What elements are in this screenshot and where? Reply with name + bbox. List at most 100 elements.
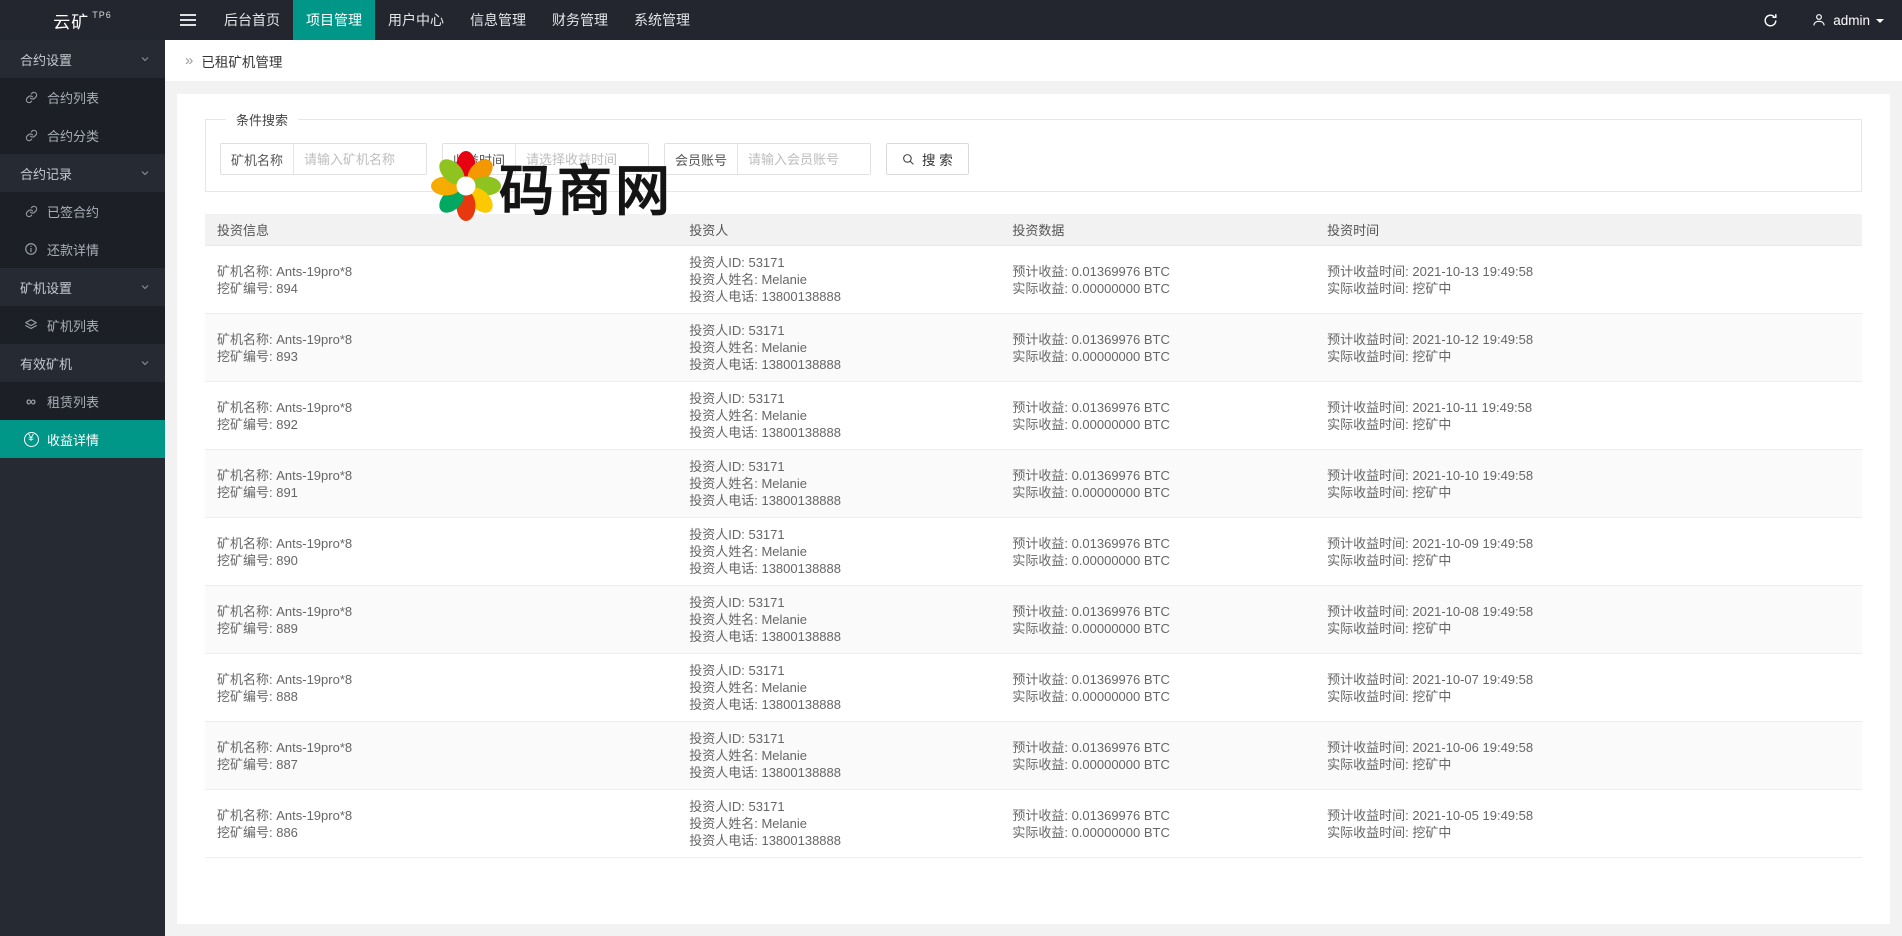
cell-investor: 投资人ID: 53171投资人姓名: Melanie投资人电话: 1380013… — [677, 790, 1000, 858]
cell-invest-info: 矿机名称: Ants-19pro*8挖矿编号: 889 — [205, 586, 677, 654]
sidebar-item-10[interactable]: ¥ 收益详情 — [0, 420, 165, 458]
nav-tab-0[interactable]: 后台首页 — [211, 0, 293, 40]
cell-invest-info: 矿机名称: Ants-19pro*8挖矿编号: 886 — [205, 790, 677, 858]
logo-text: 云矿 — [53, 8, 89, 33]
navbar-spacer — [703, 0, 1747, 40]
cell-investor: 投资人ID: 53171投资人姓名: Melanie投资人电话: 1380013… — [677, 382, 1000, 450]
cell-investor: 投资人ID: 53171投资人姓名: Melanie投资人电话: 1380013… — [677, 586, 1000, 654]
chevron-down-icon — [139, 281, 151, 293]
sidebar-group-6[interactable]: 矿机设置 — [0, 268, 165, 306]
cell-investor: 投资人ID: 53171投资人姓名: Melanie投资人电话: 1380013… — [677, 654, 1000, 722]
cell-invest-info: 矿机名称: Ants-19pro*8挖矿编号: 891 — [205, 450, 677, 518]
search-fieldset: 条件搜索 矿机名称收益时间 会员账号 搜 索 — [205, 110, 1862, 192]
table-row: 矿机名称: Ants-19pro*8挖矿编号: 892投资人ID: 53171投… — [205, 382, 1862, 450]
main-layout: 合约设置合约列表合约分类合约记录已签合约还款详情矿机设置矿机列表有效矿机 ∞ 租赁列… — [0, 40, 1902, 936]
user-menu[interactable]: admin — [1793, 0, 1902, 40]
search-icon — [902, 153, 915, 166]
sidebar-item-label: 合约列表 — [47, 88, 99, 107]
sidebar-item-label: 合约分类 — [47, 126, 99, 145]
search-input-1[interactable] — [516, 144, 648, 174]
table-header-0: 投资信息 — [205, 214, 677, 246]
cell-invest-data: 预计收益: 0.01369976 BTC实际收益: 0.00000000 BTC — [1000, 518, 1315, 586]
search-legend: 条件搜索 — [226, 110, 298, 129]
investments-table: 投资信息投资人投资数据投资时间 矿机名称: Ants-19pro*8挖矿编号: … — [205, 214, 1862, 858]
sidebar-item-9[interactable]: ∞ 租赁列表 — [0, 382, 165, 420]
caret-down-icon — [1876, 19, 1884, 27]
table-header-2: 投资数据 — [1000, 214, 1315, 246]
sidebar-item-label: 收益详情 — [47, 430, 99, 449]
logo-version: TP6 — [92, 10, 112, 20]
sidebar-item-label: 租赁列表 — [47, 392, 99, 411]
cell-invest-data: 预计收益: 0.01369976 BTC实际收益: 0.00000000 BTC — [1000, 586, 1315, 654]
search-input-2[interactable] — [738, 144, 870, 174]
sidebar-item-label: 已签合约 — [47, 202, 99, 221]
nav-tab-1[interactable]: 项目管理 — [293, 0, 375, 40]
username: admin — [1833, 13, 1870, 28]
hamburger-icon[interactable] — [165, 0, 211, 40]
sidebar-item-1[interactable]: 合约列表 — [0, 78, 165, 116]
cell-invest-info: 矿机名称: Ants-19pro*8挖矿编号: 892 — [205, 382, 677, 450]
table-row: 矿机名称: Ants-19pro*8挖矿编号: 894投资人ID: 53171投… — [205, 246, 1862, 314]
cell-invest-data: 预计收益: 0.01369976 BTC实际收益: 0.00000000 BTC — [1000, 722, 1315, 790]
sidebar-item-5[interactable]: 还款详情 — [0, 230, 165, 268]
cell-invest-data: 预计收益: 0.01369976 BTC实际收益: 0.00000000 BTC — [1000, 246, 1315, 314]
chevron-down-icon — [139, 167, 151, 179]
table-header-3: 投资时间 — [1315, 214, 1862, 246]
nav-tab-2[interactable]: 用户中心 — [375, 0, 457, 40]
nav-tab-4[interactable]: 财务管理 — [539, 0, 621, 40]
search-row: 矿机名称收益时间 会员账号 搜 索 — [220, 143, 1847, 175]
sidebar-group-label: 合约设置 — [20, 50, 72, 69]
cell-invest-info: 矿机名称: Ants-19pro*8挖矿编号: 893 — [205, 314, 677, 382]
sidebar-item-4[interactable]: 已签合约 — [0, 192, 165, 230]
breadcrumb: » 已租矿机管理 — [165, 40, 1902, 82]
nav-tab-5[interactable]: 系统管理 — [621, 0, 703, 40]
infinity-icon: ∞ — [20, 394, 42, 408]
cell-invest-info: 矿机名称: Ants-19pro*8挖矿编号: 887 — [205, 722, 677, 790]
search-field-label-2: 会员账号 — [665, 144, 738, 174]
sidebar-item-7[interactable]: 矿机列表 — [0, 306, 165, 344]
link-icon — [20, 205, 42, 218]
cell-investor: 投资人ID: 53171投资人姓名: Melanie投资人电话: 1380013… — [677, 450, 1000, 518]
layers-icon — [20, 318, 42, 332]
search-field-label-1: 收益时间 — [443, 144, 516, 174]
breadcrumb-arrow-icon: » — [185, 52, 193, 69]
sidebar-group-label: 矿机设置 — [20, 278, 72, 297]
search-input-0[interactable] — [294, 144, 426, 174]
search-field-group-1: 收益时间 — [442, 143, 649, 175]
cell-invest-time: 预计收益时间: 2021-10-05 19:49:58实际收益时间: 挖矿中 — [1315, 790, 1862, 858]
sidebar-group-label: 合约记录 — [20, 164, 72, 183]
cell-invest-info: 矿机名称: Ants-19pro*8挖矿编号: 890 — [205, 518, 677, 586]
cell-invest-data: 预计收益: 0.01369976 BTC实际收益: 0.00000000 BTC — [1000, 654, 1315, 722]
sidebar-group-8[interactable]: 有效矿机 — [0, 344, 165, 382]
yen-circle-icon: ¥ — [20, 432, 42, 447]
cell-invest-time: 预计收益时间: 2021-10-10 19:49:58实际收益时间: 挖矿中 — [1315, 450, 1862, 518]
cell-invest-data: 预计收益: 0.01369976 BTC实际收益: 0.00000000 BTC — [1000, 314, 1315, 382]
chevron-down-icon — [139, 357, 151, 369]
sidebar-item-label: 矿机列表 — [47, 316, 99, 335]
chevron-down-icon — [139, 53, 151, 65]
sidebar-group-3[interactable]: 合约记录 — [0, 154, 165, 192]
table-row: 矿机名称: Ants-19pro*8挖矿编号: 887投资人ID: 53171投… — [205, 722, 1862, 790]
cell-invest-info: 矿机名称: Ants-19pro*8挖矿编号: 894 — [205, 246, 677, 314]
cell-investor: 投资人ID: 53171投资人姓名: Melanie投资人电话: 1380013… — [677, 722, 1000, 790]
cell-investor: 投资人ID: 53171投资人姓名: Melanie投资人电话: 1380013… — [677, 246, 1000, 314]
nav-tab-3[interactable]: 信息管理 — [457, 0, 539, 40]
table-row: 矿机名称: Ants-19pro*8挖矿编号: 886投资人ID: 53171投… — [205, 790, 1862, 858]
sidebar-group-0[interactable]: 合约设置 — [0, 40, 165, 78]
search-button[interactable]: 搜 索 — [886, 143, 969, 175]
refresh-icon[interactable] — [1747, 0, 1793, 40]
cell-invest-data: 预计收益: 0.01369976 BTC实际收益: 0.00000000 BTC — [1000, 382, 1315, 450]
cell-invest-time: 预计收益时间: 2021-10-07 19:49:58实际收益时间: 挖矿中 — [1315, 654, 1862, 722]
table-header-1: 投资人 — [677, 214, 1000, 246]
content-card: 条件搜索 矿机名称收益时间 会员账号 搜 索 投资信息投资人投资数据投资时间 矿机名… — [177, 94, 1890, 924]
table-row: 矿机名称: Ants-19pro*8挖矿编号: 890投资人ID: 53171投… — [205, 518, 1862, 586]
sidebar-item-2[interactable]: 合约分类 — [0, 116, 165, 154]
search-field-group-0: 矿机名称 — [220, 143, 427, 175]
top-navbar: 云矿TP6 后台首页项目管理用户中心信息管理财务管理系统管理 admin — [0, 0, 1902, 40]
table-row: 矿机名称: Ants-19pro*8挖矿编号: 888投资人ID: 53171投… — [205, 654, 1862, 722]
cell-invest-data: 预计收益: 0.01369976 BTC实际收益: 0.00000000 BTC — [1000, 450, 1315, 518]
nav-tabs: 后台首页项目管理用户中心信息管理财务管理系统管理 — [211, 0, 703, 40]
cell-invest-time: 预计收益时间: 2021-10-11 19:49:58实际收益时间: 挖矿中 — [1315, 382, 1862, 450]
page-title: 已租矿机管理 — [201, 51, 282, 71]
user-icon — [1811, 12, 1827, 28]
